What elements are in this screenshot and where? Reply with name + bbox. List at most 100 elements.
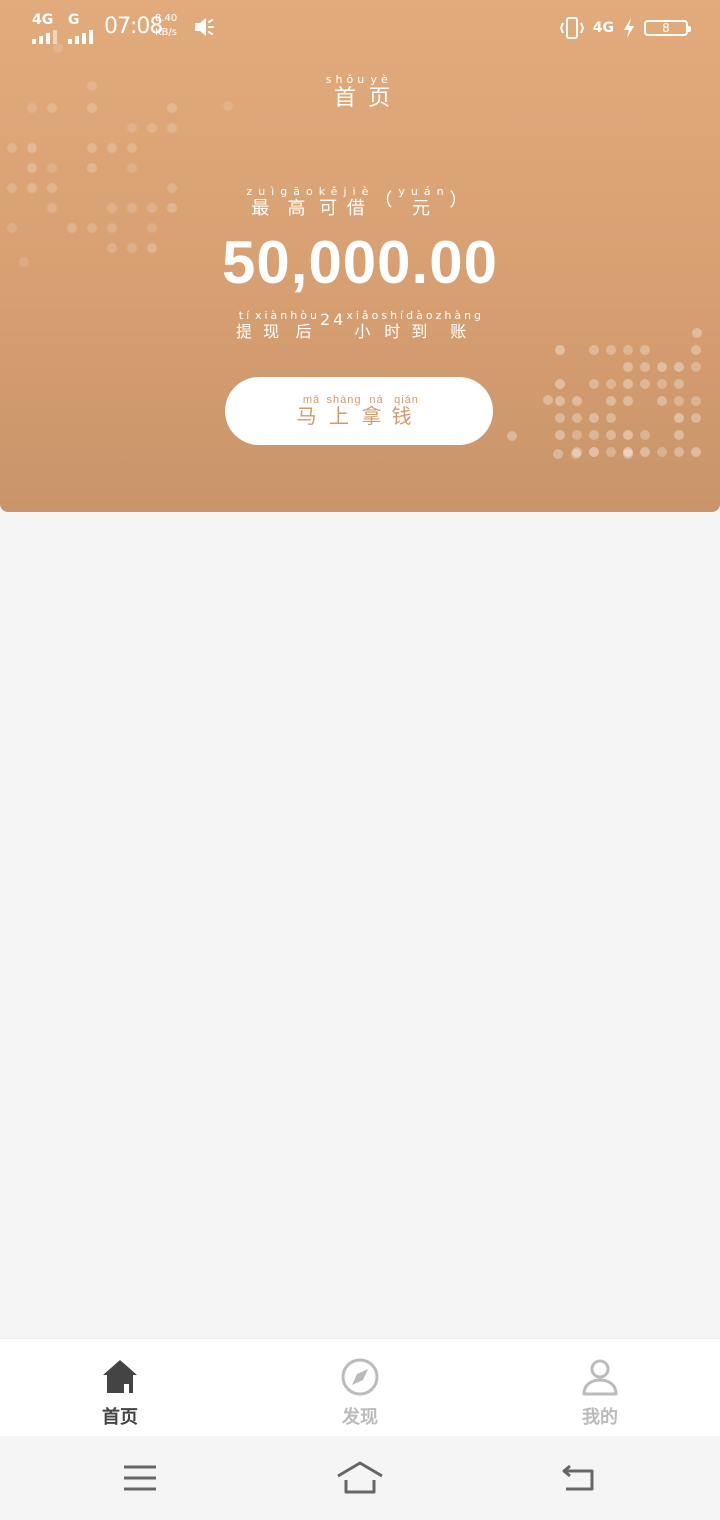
decor-dot: [167, 123, 177, 133]
vibrate-icon: [559, 15, 585, 41]
decor-dot: [127, 163, 137, 173]
back-icon[interactable]: [560, 1460, 598, 1496]
decor-dot: [691, 447, 701, 457]
decor-dot: [691, 345, 701, 355]
decor-dot: [606, 413, 616, 423]
decor-dot: [606, 396, 616, 406]
system-nav-bar: [0, 1436, 720, 1520]
page-title: 首shǒu 页yè: [0, 74, 720, 112]
decor-dot: [657, 447, 667, 457]
decor-dot: [640, 430, 650, 440]
ruby-char: 24: [320, 310, 346, 342]
decor-dot: [640, 345, 650, 355]
ruby-char: 上shàng: [327, 394, 362, 429]
decor-dot: [589, 447, 599, 457]
decor-dot: [674, 396, 684, 406]
decor-dot: [674, 362, 684, 372]
user-icon: [580, 1357, 620, 1397]
speaker-icon: [193, 14, 217, 40]
decor-dot: [623, 430, 633, 440]
speed-value: 8.40: [155, 12, 177, 26]
battery-icon: 8: [644, 20, 688, 36]
home-nav-icon[interactable]: [336, 1460, 384, 1496]
decor-dot: [623, 396, 633, 406]
charging-icon: [622, 17, 636, 39]
ruby-char: 拿ná: [361, 394, 391, 429]
ruby-char: 现xiàn: [255, 310, 290, 342]
decor-dot: [623, 345, 633, 355]
decor-dot: [87, 163, 97, 173]
max-amount: 50,000.00: [0, 228, 720, 297]
tab-label: 我的: [582, 1403, 618, 1429]
decor-dot: [606, 379, 616, 389]
decor-dot: [691, 413, 701, 423]
decor-dot: [606, 447, 616, 457]
compass-icon: [340, 1357, 380, 1397]
ruby-char: 钱qián: [391, 394, 421, 429]
decor-dot: [640, 379, 650, 389]
get-money-button[interactable]: 马mǎ 上shàng 拿ná 钱qián: [225, 377, 493, 445]
decor-dot: [691, 396, 701, 406]
decor-dot: [47, 163, 57, 173]
ruby-char: 提tí: [236, 310, 255, 342]
ruby-char: 最zuì: [246, 186, 280, 220]
network-type-label: G: [68, 12, 80, 28]
decor-dot: [27, 163, 37, 173]
network-type-label: 4G: [32, 12, 53, 28]
tab-mine[interactable]: 我的: [480, 1339, 720, 1437]
tab-label: 发现: [342, 1403, 378, 1429]
decor-dot: [543, 395, 553, 405]
tab-home[interactable]: 首页: [0, 1339, 240, 1437]
ruby-char: 页yè: [368, 74, 394, 112]
clock: 07:08: [104, 14, 162, 39]
home-icon: [100, 1357, 140, 1397]
decor-dot: [27, 143, 37, 153]
decor-dot: [107, 143, 117, 153]
decor-dot: [589, 379, 599, 389]
ruby-char: 元yuán: [398, 186, 449, 220]
decor-dot: [589, 430, 599, 440]
hero-card: 4G G 07:08 8.40 KB/s 4G 8 首shǒu 页yè 最zuì…: [0, 0, 720, 512]
decor-dot: [606, 345, 616, 355]
decor-dot: [606, 430, 616, 440]
decor-dot: [572, 396, 582, 406]
bottom-tab-bar: 首页 发现 我的: [0, 1338, 720, 1437]
battery-level: 8: [662, 21, 670, 35]
decor-dot: [623, 449, 633, 459]
ruby-char: 可kě: [319, 186, 344, 220]
decor-dot: [553, 449, 563, 459]
decor-dot: [87, 143, 97, 153]
decor-dot: [691, 362, 701, 372]
network-4g-label: 4G: [593, 20, 614, 36]
decor-dot: [674, 430, 684, 440]
ruby-char: （: [374, 186, 398, 220]
decor-dot: [555, 430, 565, 440]
decor-dot: [555, 396, 565, 406]
decor-dot: [623, 379, 633, 389]
decor-dot: [507, 431, 517, 441]
decor-dot: [674, 447, 684, 457]
decor-dot: [147, 123, 157, 133]
decor-dot: [127, 123, 137, 133]
ruby-char: 时shí: [381, 310, 406, 342]
decor-dot: [571, 449, 581, 459]
status-right: 4G 8: [559, 14, 688, 42]
decor-dot: [555, 345, 565, 355]
arrival-note: 提tí 现xiàn 后hòu 24 小xiǎo 时shí 到dào 账zhàng: [0, 310, 720, 342]
decor-dot: [657, 396, 667, 406]
decor-dot: [640, 447, 650, 457]
decor-dot: [589, 345, 599, 355]
decor-dot: [674, 379, 684, 389]
tab-discover[interactable]: 发现: [240, 1339, 480, 1437]
decor-dot: [572, 430, 582, 440]
ruby-char: 后hòu: [290, 310, 320, 342]
limit-label: 最zuì 高gāo 可kě 借jiè （元yuán）: [0, 186, 720, 220]
ruby-char: 马mǎ: [297, 394, 327, 429]
network-speed: 8.40 KB/s: [155, 12, 177, 40]
decor-dot: [640, 362, 650, 372]
ruby-char: 小xiǎo: [346, 310, 381, 342]
tab-label: 首页: [102, 1403, 138, 1429]
ruby-char: 借jiè: [343, 186, 374, 220]
ruby-char: 账zhàng: [436, 310, 484, 342]
menu-icon[interactable]: [122, 1460, 158, 1496]
